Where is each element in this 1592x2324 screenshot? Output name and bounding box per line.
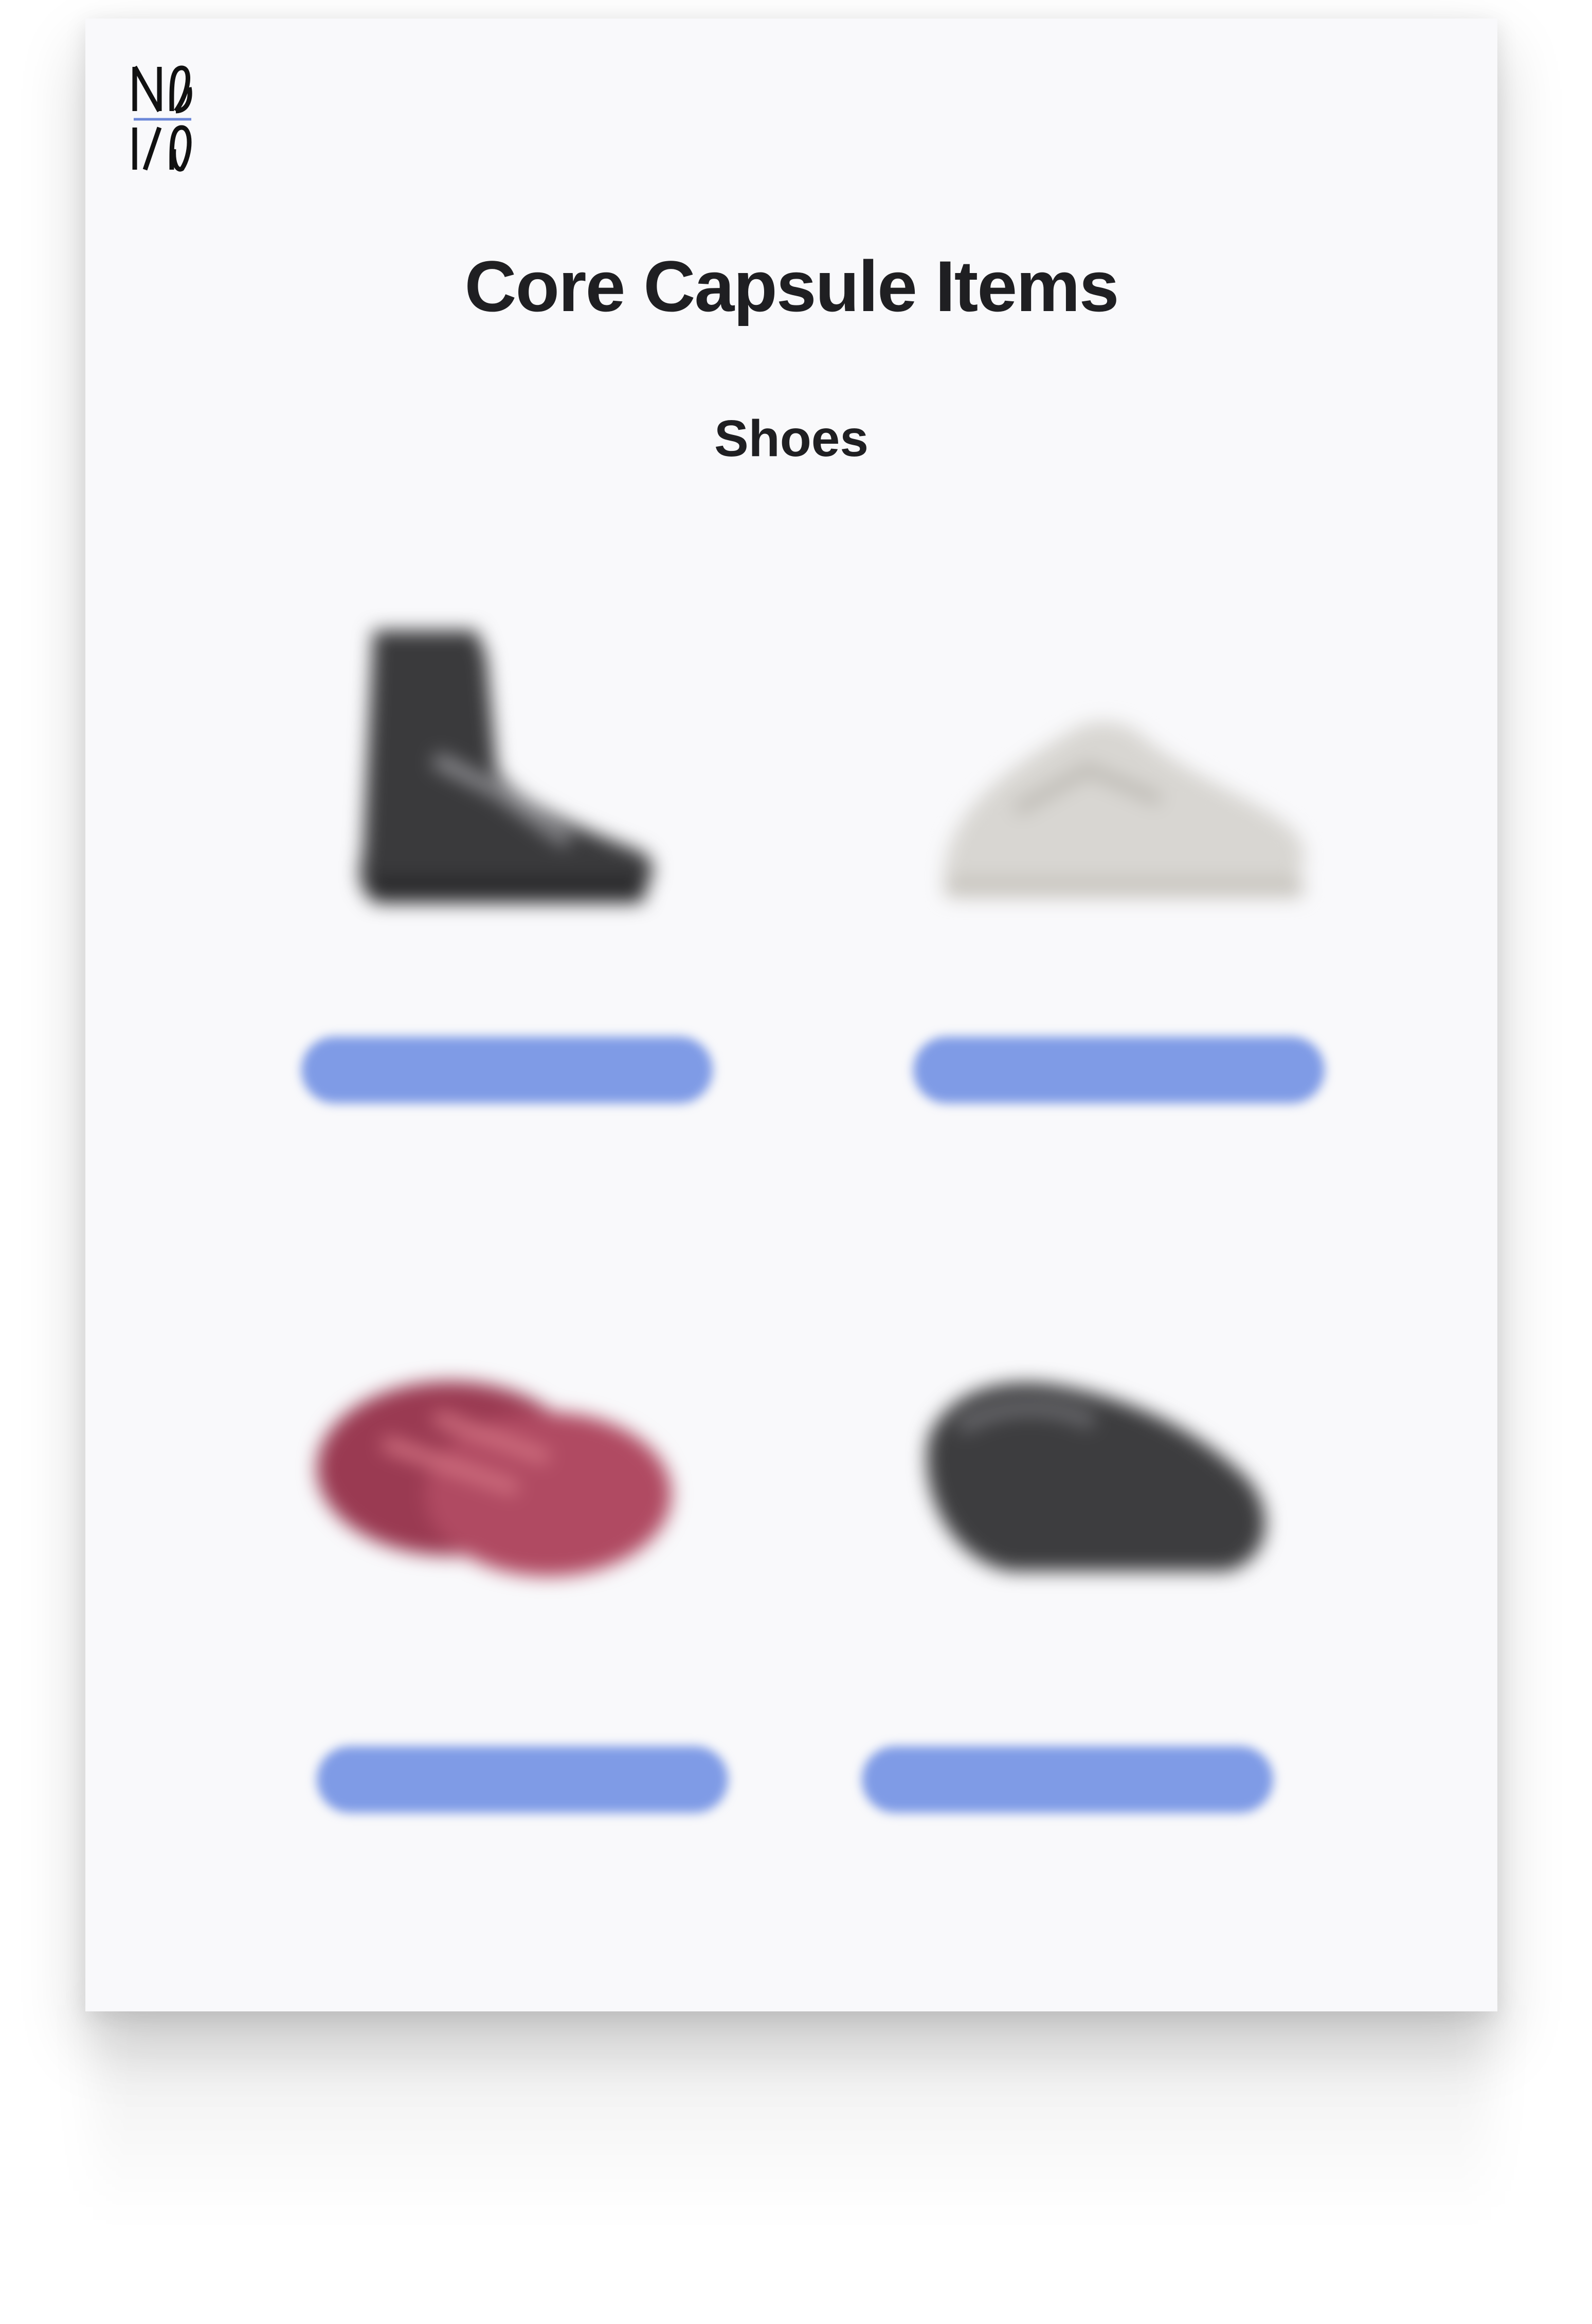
product-card [250, 564, 764, 1139]
document-page: Core Capsule Items Shoes [85, 19, 1497, 2011]
product-card [846, 1273, 1361, 1849]
product-card [872, 564, 1386, 1139]
sneaker-image [944, 721, 1305, 898]
sandal-image [317, 1381, 672, 1576]
page-shadow [93, 2005, 1491, 2221]
ankle-boot-image [360, 630, 653, 903]
page-title: Core Capsule Items [464, 246, 1119, 326]
product-card [250, 1273, 764, 1849]
add-item-button[interactable] [317, 1746, 728, 1813]
add-item-button[interactable] [913, 1037, 1325, 1103]
add-item-button[interactable] [862, 1746, 1273, 1813]
clog-image [927, 1383, 1265, 1571]
add-item-button[interactable] [301, 1037, 713, 1103]
brand-logo [132, 65, 192, 172]
section-title: Shoes [714, 410, 869, 467]
